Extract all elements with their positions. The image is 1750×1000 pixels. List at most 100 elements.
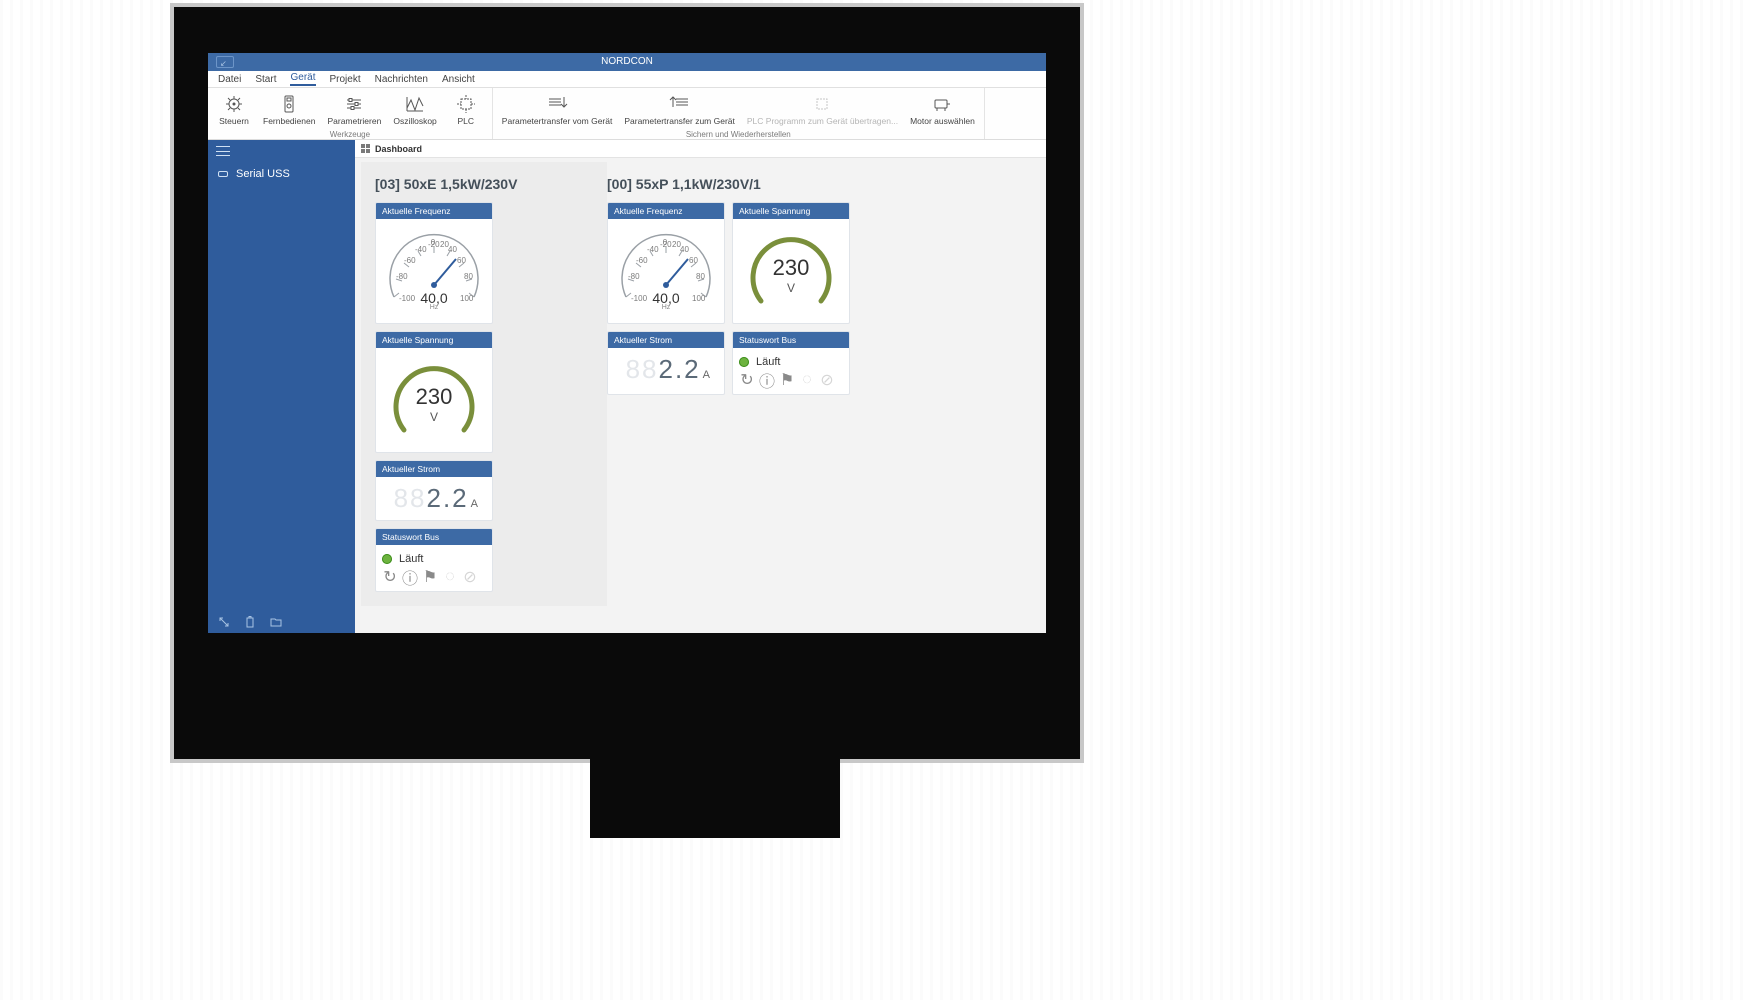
rotate-icon: ↻ [741, 374, 753, 386]
svg-text:40: 40 [448, 245, 457, 254]
dashboard: [03] 50xE 1,5kW/230V Aktuelle Frequenz [355, 158, 1046, 610]
ribbon-group-sichern: Parametertransfer vom Gerät Parametertra… [493, 88, 985, 139]
menu-datei[interactable]: Datei [218, 74, 241, 85]
upload-from-device-icon [546, 93, 568, 115]
card-volt: Aktuelle Spannung 230V [375, 331, 493, 453]
menu-geraet[interactable]: Gerät [290, 72, 315, 86]
tab-dashboard[interactable]: Dashboard [375, 144, 422, 154]
menu-ansicht[interactable]: Ansicht [442, 74, 475, 85]
menubar: Datei Start Gerät Projekt Nachrichten An… [208, 71, 1046, 88]
status-text: Läuft [399, 553, 423, 565]
content-area: Dashboard [03] 50xE 1,5kW/230V Aktuelle … [355, 140, 1046, 633]
sliders-icon [343, 93, 365, 115]
info-icon: ⓘ [404, 571, 416, 583]
card-title: Aktueller Strom [608, 332, 724, 348]
app-title: NORDCON [601, 56, 653, 67]
device-panel-0: [03] 50xE 1,5kW/230V Aktuelle Frequenz [361, 162, 607, 606]
gauge-frequency: -100-80-60 -40-200 204060 80100 40,0Hz [382, 225, 486, 317]
content-tabs: Dashboard [355, 140, 1046, 158]
ribbon-parametrieren[interactable]: Parametrieren [322, 91, 386, 128]
card-title: Aktuelle Spannung [376, 332, 492, 348]
gauge-frequency: -100-80-60 -40-200 204060 80100 40,0Hz [614, 225, 718, 317]
ribbon-pt-vom[interactable]: Parametertransfer vom Gerät [497, 91, 618, 128]
chip-transfer-icon [811, 93, 833, 115]
svg-text:-40: -40 [647, 245, 659, 254]
device-title: [03] 50xE 1,5kW/230V [375, 176, 593, 192]
app-window: NORDCON Datei Start Gerät Projekt Nachri… [208, 53, 1046, 633]
battery-icon[interactable] [244, 616, 256, 628]
status-text: Läuft [756, 356, 780, 368]
rotate-icon: ↻ [384, 571, 396, 583]
svg-text:-80: -80 [628, 272, 640, 281]
card-title: Statuswort Bus [733, 332, 849, 348]
svg-text:-60: -60 [636, 256, 648, 265]
ribbon-plc-prog[interactable]: PLC Programm zum Gerät übertragen... [742, 91, 903, 128]
card-freq: Aktuelle Frequenz [607, 202, 725, 324]
ribbon-group-label: Sichern und Wiederherstellen [497, 128, 980, 141]
card-status: Statuswort Bus Läuft ↻ ⓘ ⚑ ◌ [375, 528, 493, 592]
gauge-voltage: 230V [382, 354, 486, 446]
chip-icon [455, 93, 477, 115]
svg-text:80: 80 [464, 272, 473, 281]
ribbon-oszilloskop[interactable]: Oszilloskop [388, 91, 441, 128]
ribbon-fernbedienen[interactable]: Fernbedienen [258, 91, 320, 128]
question-icon: ⊘ [821, 374, 833, 386]
status-led-icon [382, 554, 392, 564]
card-title: Aktuelle Spannung [733, 203, 849, 219]
card-title: Aktueller Strom [376, 461, 492, 477]
ribbon-group-label: Werkzeuge [212, 128, 488, 141]
svg-text:-80: -80 [396, 272, 408, 281]
card-title: Aktuelle Frequenz [376, 203, 492, 219]
svg-text:60: 60 [689, 256, 698, 265]
ribbon-pt-zum[interactable]: Parametertransfer zum Gerät [619, 91, 740, 128]
restore-down-icon[interactable] [216, 56, 234, 68]
monitor-frame: NORDCON Datei Start Gerät Projekt Nachri… [170, 3, 1084, 763]
dashboard-grid-icon [361, 144, 370, 153]
folder-icon[interactable] [270, 616, 282, 628]
card-status: Statuswort Bus Läuft ↻ ⓘ ⚑ ◌ [732, 331, 850, 395]
monitor-stand [590, 758, 840, 838]
svg-text:-60: -60 [404, 256, 416, 265]
info-icon: ⓘ [761, 374, 773, 386]
status-led-icon [739, 357, 749, 367]
question-icon: ⊘ [464, 571, 476, 583]
device-title: [00] 55xP 1,1kW/230V/1 [607, 176, 853, 192]
menu-start[interactable]: Start [255, 74, 276, 85]
menu-nachrichten[interactable]: Nachrichten [375, 74, 428, 85]
sync-icon[interactable] [218, 616, 230, 628]
motor-icon [931, 93, 953, 115]
menu-projekt[interactable]: Projekt [330, 74, 361, 85]
svg-text:0: 0 [431, 238, 436, 247]
device-panel-1: [00] 55xP 1,1kW/230V/1 Aktuelle Frequenz [607, 176, 853, 592]
svg-text:40: 40 [680, 245, 689, 254]
ribbon-motor-aus[interactable]: Motor auswählen [905, 91, 980, 128]
svg-text:80: 80 [696, 272, 705, 281]
ribbon: Steuern Fernbedienen Parametrieren Oszil… [208, 88, 1046, 140]
clock-icon: ◌ [444, 571, 456, 583]
card-title: Aktuelle Frequenz [608, 203, 724, 219]
titlebar: NORDCON [208, 53, 1046, 71]
port-icon [218, 171, 228, 177]
sidebar-item-label: Serial USS [236, 168, 290, 180]
hamburger-icon[interactable] [216, 146, 230, 156]
sidebar-item-serial-uss[interactable]: Serial USS [208, 162, 355, 186]
ribbon-steuern[interactable]: Steuern [212, 91, 256, 128]
ribbon-group-werkzeuge: Steuern Fernbedienen Parametrieren Oszil… [208, 88, 493, 139]
card-title: Statuswort Bus [376, 529, 492, 545]
flag-icon: ⚑ [781, 374, 793, 386]
flag-icon: ⚑ [424, 571, 436, 583]
card-current: Aktueller Strom 882.2A [375, 460, 493, 521]
card-volt: Aktuelle Spannung 230V [732, 202, 850, 324]
svg-text:-40: -40 [415, 245, 427, 254]
status-icon-row: ↻ ⓘ ⚑ ◌ ⊘ [739, 374, 833, 386]
download-to-device-icon [669, 93, 691, 115]
status-icon-row: ↻ ⓘ ⚑ ◌ ⊘ [382, 571, 476, 583]
sidebar-footer [208, 611, 355, 633]
remote-icon [278, 93, 300, 115]
gear-icon [223, 93, 245, 115]
ribbon-plc[interactable]: PLC [444, 91, 488, 128]
svg-text:0: 0 [663, 238, 668, 247]
seven-segment: 882.2A [614, 354, 718, 385]
card-freq: Aktuelle Frequenz [375, 202, 493, 324]
seven-segment: 882.2A [382, 483, 486, 514]
